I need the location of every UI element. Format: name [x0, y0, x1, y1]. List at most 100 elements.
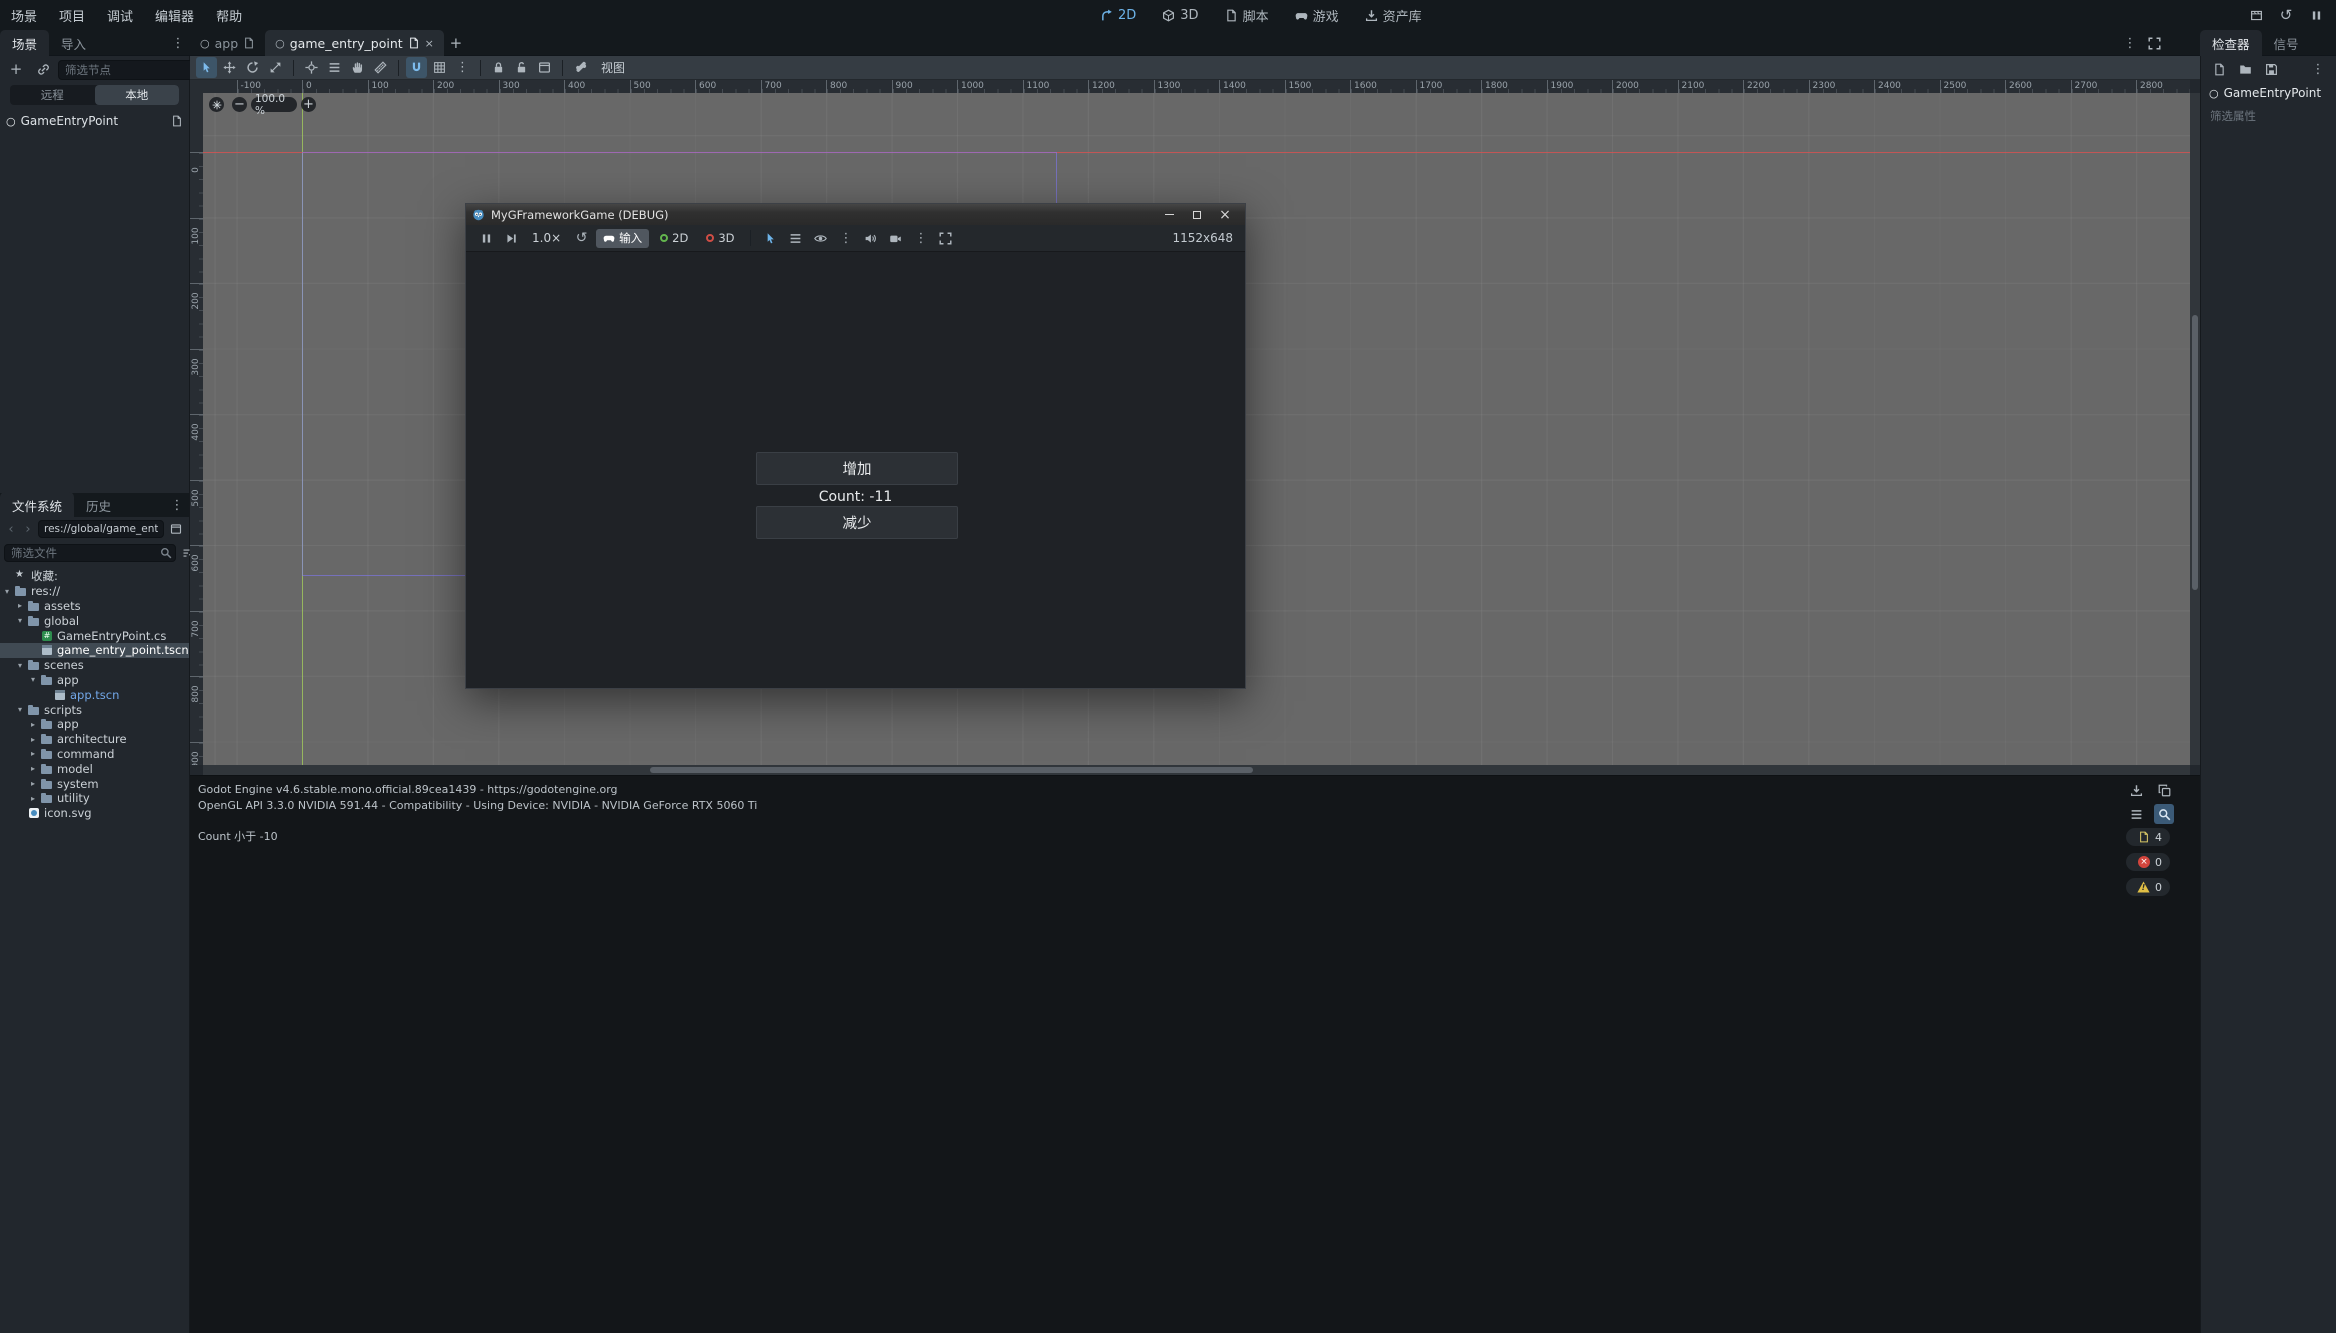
mode-2d-toggle[interactable]: 2D	[653, 229, 695, 248]
view-menu[interactable]: 视图	[593, 59, 633, 76]
remote-button[interactable]: 远程	[10, 85, 95, 105]
restart-icon[interactable]: ↺	[2274, 3, 2298, 27]
zoom-out-icon[interactable]: −	[232, 97, 247, 112]
new-scene-tab-icon[interactable]: +	[444, 31, 468, 55]
file-tree-item[interactable]: ▸ command	[0, 747, 189, 762]
vertical-scrollbar[interactable]	[2190, 93, 2200, 765]
workspace-game[interactable]: 游戏	[1295, 6, 1339, 25]
file-tree-item[interactable]: GameEntryPoint.cs	[0, 628, 189, 643]
menu-project[interactable]: 项目	[48, 0, 96, 30]
tab-inspector[interactable]: 检查器	[2200, 30, 2262, 56]
pivot-tool-icon[interactable]	[301, 57, 322, 78]
add-node-icon[interactable]: +	[4, 58, 28, 82]
grid-snap-icon[interactable]	[429, 57, 450, 78]
open-script-icon[interactable]	[171, 115, 183, 127]
save-resource-icon[interactable]	[2261, 59, 2281, 79]
game-window-titlebar[interactable]: MyGFrameworkGame (DEBUG) ×	[466, 204, 1245, 225]
horizontal-scrollbar[interactable]	[203, 765, 2190, 775]
pan-tool-icon[interactable]	[347, 57, 368, 78]
pick-node-icon[interactable]	[760, 228, 781, 249]
local-button[interactable]: 本地	[95, 85, 180, 105]
expander-icon[interactable]: ▸	[31, 749, 41, 758]
tab-filesystem[interactable]: 文件系统	[0, 492, 74, 518]
dock-options-icon[interactable]: ⋮	[166, 31, 190, 55]
word-wrap-icon[interactable]	[2126, 804, 2146, 824]
file-tree-item[interactable]: ▾ app	[0, 673, 189, 688]
menu-scene[interactable]: 场景	[0, 0, 48, 30]
file-tree-item[interactable]: ▸ utility	[0, 791, 189, 806]
smart-snap-icon[interactable]	[406, 57, 427, 78]
message-count-badge[interactable]: 4	[2126, 828, 2170, 846]
expander-icon[interactable]: ▾	[5, 587, 15, 596]
unlock-node-icon[interactable]	[511, 57, 532, 78]
file-tree-item[interactable]: app.tscn	[0, 687, 189, 702]
nav-back-icon[interactable]: ‹	[4, 520, 18, 538]
scale-tool-icon[interactable]	[265, 57, 286, 78]
file-tree-item[interactable]: game_entry_point.tscn	[0, 643, 189, 658]
lock-node-icon[interactable]	[488, 57, 509, 78]
file-tree-item[interactable]: 收藏:	[0, 569, 189, 584]
file-tree-item[interactable]: icon.svg	[0, 806, 189, 821]
ruler-tool-icon[interactable]	[370, 57, 391, 78]
decrease-button[interactable]: 减少	[756, 506, 958, 539]
tab-import-dock[interactable]: 导入	[49, 30, 98, 56]
skeleton-options-icon[interactable]	[570, 57, 591, 78]
close-tab-icon[interactable]: ×	[425, 38, 434, 49]
snap-options-icon[interactable]: ⋮	[452, 57, 473, 78]
workspace-assetlib[interactable]: 资产库	[1365, 6, 1422, 25]
file-filter-input[interactable]	[4, 544, 176, 562]
next-frame-icon[interactable]	[501, 228, 522, 249]
input-mode-toggle[interactable]: 输入	[596, 229, 649, 248]
file-tree-item[interactable]: ▸ model	[0, 761, 189, 776]
instance-scene-icon[interactable]	[31, 58, 55, 82]
file-tree-item[interactable]: ▾ res://	[0, 584, 189, 599]
suspend-icon[interactable]	[476, 228, 497, 249]
embed-fullscreen-icon[interactable]	[935, 228, 956, 249]
debug-options-icon[interactable]: ⋮	[835, 228, 856, 249]
current-path-field[interactable]	[38, 520, 164, 538]
filesystem-options-icon[interactable]: ⋮	[165, 493, 189, 517]
mute-audio-icon[interactable]	[860, 228, 881, 249]
vertical-scrollbar-thumb[interactable]	[2192, 315, 2198, 590]
workspace-2d[interactable]: 2D	[1100, 8, 1136, 23]
file-tree-item[interactable]: ▸ architecture	[0, 732, 189, 747]
pause-icon[interactable]	[2304, 3, 2328, 27]
file-tree-item[interactable]: ▾ scenes	[0, 658, 189, 673]
load-resource-icon[interactable]	[2235, 59, 2255, 79]
nav-forward-icon[interactable]: ›	[21, 520, 35, 538]
workspace-3d[interactable]: 3D	[1162, 8, 1198, 23]
canvas-2d[interactable]: − 100.0 % + MyGFrameworkGame (DEBUG) ×	[203, 93, 2190, 765]
menu-help[interactable]: 帮助	[205, 0, 253, 30]
camera-override-icon[interactable]	[885, 228, 906, 249]
file-tree-item[interactable]: ▸ assets	[0, 599, 189, 614]
expand-viewport-icon[interactable]	[2142, 31, 2166, 55]
tab-scene-app[interactable]: ○ app	[190, 30, 265, 56]
expander-icon[interactable]: ▸	[31, 794, 41, 803]
node-list-icon[interactable]	[785, 228, 806, 249]
property-filter-input[interactable]	[2207, 106, 2330, 126]
maximize-icon[interactable]	[1183, 204, 1211, 225]
expander-icon[interactable]: ▸	[31, 720, 41, 729]
expander-icon[interactable]: ▸	[18, 601, 28, 610]
time-scale[interactable]: 1.0×	[526, 231, 567, 245]
mode-3d-toggle[interactable]: 3D	[699, 229, 741, 248]
movie-mode-icon[interactable]	[2244, 3, 2268, 27]
error-count-badge[interactable]: 0	[2126, 853, 2170, 871]
minimize-icon[interactable]	[1155, 204, 1183, 225]
warning-count-badge[interactable]: 0	[2126, 878, 2170, 896]
zoom-in-icon[interactable]: +	[301, 97, 316, 112]
copy-log-icon[interactable]	[2154, 780, 2174, 800]
expander-icon[interactable]: ▾	[31, 675, 41, 684]
file-tree-item[interactable]: ▸ system	[0, 776, 189, 791]
expander-icon[interactable]: ▸	[31, 735, 41, 744]
split-dock-icon[interactable]	[167, 520, 185, 538]
menu-editor[interactable]: 编辑器	[144, 0, 205, 30]
tab-scene-dock[interactable]: 场景	[0, 30, 49, 56]
rotate-tool-icon[interactable]	[242, 57, 263, 78]
horizontal-scrollbar-thumb[interactable]	[650, 767, 1253, 773]
expander-icon[interactable]: ▸	[31, 764, 41, 773]
save-log-icon[interactable]	[2126, 780, 2146, 800]
file-tree-item[interactable]: ▾ scripts	[0, 702, 189, 717]
file-tree-item[interactable]: ▾ global	[0, 613, 189, 628]
expander-icon[interactable]: ▾	[18, 661, 28, 670]
